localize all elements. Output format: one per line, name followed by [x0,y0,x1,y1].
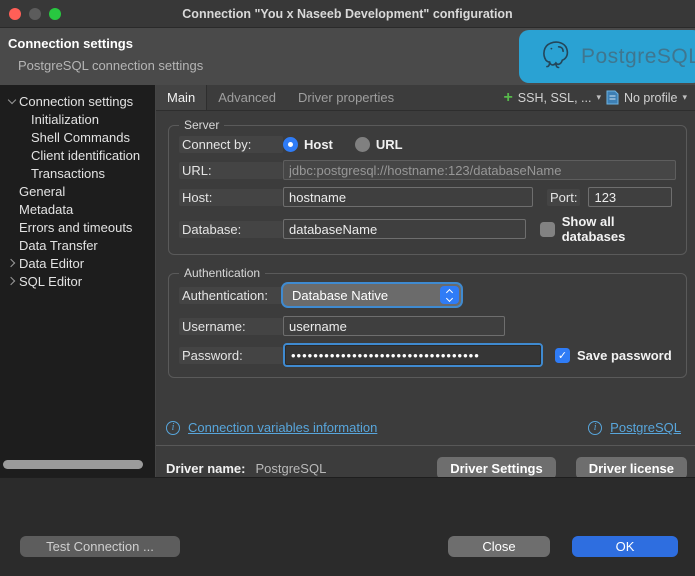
authentication-group: Authentication Authentication: Database … [168,266,687,378]
connection-variables-link[interactable]: Connection variables information [188,420,377,435]
select-stepper-icon [440,286,459,304]
close-button[interactable]: Close [448,536,550,557]
ok-button[interactable]: OK [572,536,678,557]
sidebar-item-data-editor[interactable]: Data Editor [0,254,155,272]
sidebar-item-general[interactable]: General [0,182,155,200]
tab-driver-properties[interactable]: Driver properties [287,85,405,110]
sidebar-item-connection-settings[interactable]: Connection settings [0,92,155,110]
zoom-window-button[interactable] [49,7,61,20]
connection-config-dialog: Connection "You x Naseeb Development" co… [0,0,695,576]
server-group: Server Connect by: Host URL URL: Host: P… [168,118,687,255]
show-all-databases-checkbox[interactable] [539,221,555,237]
sidebar-item-transactions[interactable]: Transactions [0,164,155,182]
database-label: Database: [179,220,283,238]
main-panel: Main Advanced Driver properties + SSH, S… [156,85,695,479]
driver-name-value: PostgreSQL [255,460,327,476]
info-icon: i [166,420,180,435]
close-window-button[interactable] [9,7,21,20]
tab-bar: Main Advanced Driver properties + SSH, S… [156,85,695,111]
url-input[interactable] [283,160,676,180]
page-subtitle: PostgreSQL connection settings [18,58,204,73]
chevron-down-icon[interactable]: ▾ [682,92,687,103]
connect-by-url-radio[interactable] [354,137,370,152]
postgresql-elephant-icon [537,36,573,77]
driver-divider [156,445,695,446]
dialog-footer: Test Connection ... Close OK [0,477,695,576]
host-label: Host: [179,188,283,206]
host-input[interactable] [283,187,533,207]
test-connection-button[interactable]: Test Connection ... [20,536,180,557]
database-input[interactable] [283,219,526,239]
driver-name-label: Driver name: [166,460,246,476]
password-focus-ring [283,343,543,367]
profile-document-icon[interactable] [606,90,619,105]
dialog-header: Connection settings PostgreSQL connectio… [0,28,695,85]
sidebar-item-data-transfer[interactable]: Data Transfer [0,236,155,254]
sidebar-item-initialization[interactable]: Initialization [0,110,155,128]
authentication-group-label: Authentication [179,266,266,280]
username-input[interactable] [283,316,505,336]
sidebar-item-metadata[interactable]: Metadata [0,200,155,218]
postgresql-driver-link[interactable]: PostgreSQL [610,420,681,435]
minimize-window-button[interactable] [29,7,41,20]
connect-by-label: Connect by: [179,136,283,153]
page-title: Connection settings [8,36,133,51]
sidebar-item-shell-commands[interactable]: Shell Commands [0,128,155,146]
chevron-right-icon[interactable] [5,276,19,286]
authentication-selected-value: Database Native [292,287,389,303]
driver-license-button[interactable]: Driver license [575,457,687,479]
sidebar-item-errors-and-timeouts[interactable]: Errors and timeouts [0,218,155,236]
username-label: Username: [179,317,283,335]
profile-dropdown[interactable]: No profile [624,91,678,105]
host-radio-label: Host [304,137,333,152]
authentication-label: Authentication: [179,286,283,304]
chevron-right-icon[interactable] [5,258,19,268]
settings-tree-sidebar: Connection settings Initialization Shell… [0,85,156,477]
sidebar-horizontal-scrollbar[interactable] [3,460,143,469]
title-bar[interactable]: Connection "You x Naseeb Development" co… [0,0,695,28]
tab-main[interactable]: Main [156,85,208,110]
save-password-label: Save password [577,347,672,363]
tab-advanced[interactable]: Advanced [207,85,287,110]
url-radio-label: URL [375,137,403,152]
window-title: Connection "You x Naseeb Development" co… [182,6,513,21]
save-password-checkbox[interactable]: ✓ [555,347,570,363]
authentication-select[interactable]: Database Native [283,284,461,306]
info-icon: i [588,420,603,435]
links-row: i Connection variables information i Pos… [166,420,685,435]
postgresql-logo-text: PostgreSQL [581,44,695,68]
connect-by-host-radio[interactable] [283,137,298,152]
sidebar-item-client-identification[interactable]: Client identification [0,146,155,164]
chevron-down-icon[interactable] [5,95,19,104]
server-group-label: Server [179,118,225,132]
password-label: Password: [179,346,283,364]
show-all-databases-label: Show all databases [561,214,626,244]
chevron-down-icon[interactable]: ▾ [596,92,601,103]
sidebar-item-sql-editor[interactable]: SQL Editor [0,272,155,290]
add-network-handler-icon[interactable]: + [503,89,512,106]
ssh-ssl-dropdown[interactable]: SSH, SSL, ... [518,91,592,105]
port-input[interactable] [588,187,673,207]
url-label: URL: [179,161,283,179]
password-input[interactable] [285,345,541,365]
driver-settings-button[interactable]: Driver Settings [437,457,556,479]
port-label: Port: [547,188,581,206]
postgresql-logo-badge: PostgreSQL [519,30,695,83]
driver-row: Driver name: PostgreSQL Driver Settings … [166,457,687,479]
